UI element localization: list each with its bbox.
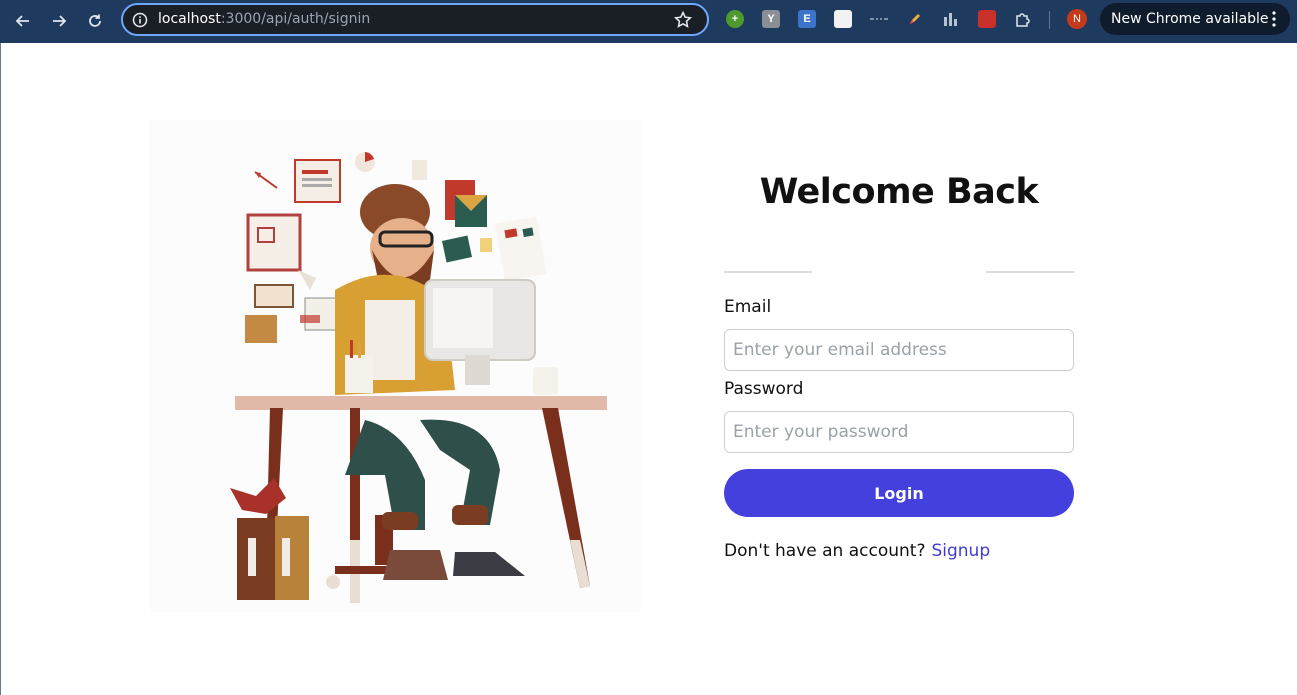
chrome-update-button[interactable]: New Chrome available: [1100, 3, 1290, 35]
more-menu-icon[interactable]: [1272, 11, 1276, 27]
add-extension-icon[interactable]: +: [726, 10, 744, 28]
password-label: Password: [724, 379, 804, 399]
divider-right: [986, 271, 1074, 273]
update-label: New Chrome available: [1111, 11, 1269, 27]
email-label: Email: [724, 297, 772, 317]
email-field[interactable]: [724, 329, 1074, 371]
signup-row: Don't have an account? Signup: [724, 541, 990, 561]
bookmark-star-icon[interactable]: [673, 10, 693, 30]
profile-avatar[interactable]: N: [1067, 9, 1087, 29]
site-info-icon[interactable]: [131, 11, 149, 29]
login-button[interactable]: Login: [724, 469, 1074, 517]
reload-icon: [89, 14, 101, 27]
signup-link[interactable]: Signup: [931, 541, 990, 561]
bug-extension-icon[interactable]: [978, 10, 996, 28]
dash-extension-icon[interactable]: [870, 10, 888, 28]
arrow-right-icon: [53, 15, 67, 27]
toolbar-divider: [1049, 11, 1050, 29]
password-field[interactable]: [724, 411, 1074, 453]
url-host: localhost: [158, 11, 221, 27]
y-extension-icon[interactable]: Y: [762, 10, 780, 28]
bars-extension-icon[interactable]: [942, 10, 960, 28]
address-bar[interactable]: localhost:3000/api/auth/signin: [121, 3, 709, 36]
pen-extension-icon[interactable]: [906, 10, 924, 28]
forward-button[interactable]: [46, 8, 72, 34]
developer-illustration: [150, 120, 641, 612]
back-button[interactable]: [10, 8, 36, 34]
browser-toolbar: localhost:3000/api/auth/signin + Y E N N…: [0, 0, 1297, 43]
page-title: Welcome Back: [759, 172, 1039, 212]
signup-prompt: Don't have an account?: [724, 541, 926, 561]
puzzle-icon[interactable]: [1014, 10, 1032, 28]
e-extension-icon[interactable]: E: [798, 10, 816, 28]
arrow-left-icon: [15, 15, 29, 27]
address-url[interactable]: localhost:3000/api/auth/signin: [158, 11, 370, 27]
doc-extension-icon[interactable]: [834, 10, 852, 28]
divider-left: [724, 271, 812, 273]
reload-button[interactable]: [82, 8, 108, 34]
url-path: :3000/api/auth/signin: [220, 11, 371, 27]
